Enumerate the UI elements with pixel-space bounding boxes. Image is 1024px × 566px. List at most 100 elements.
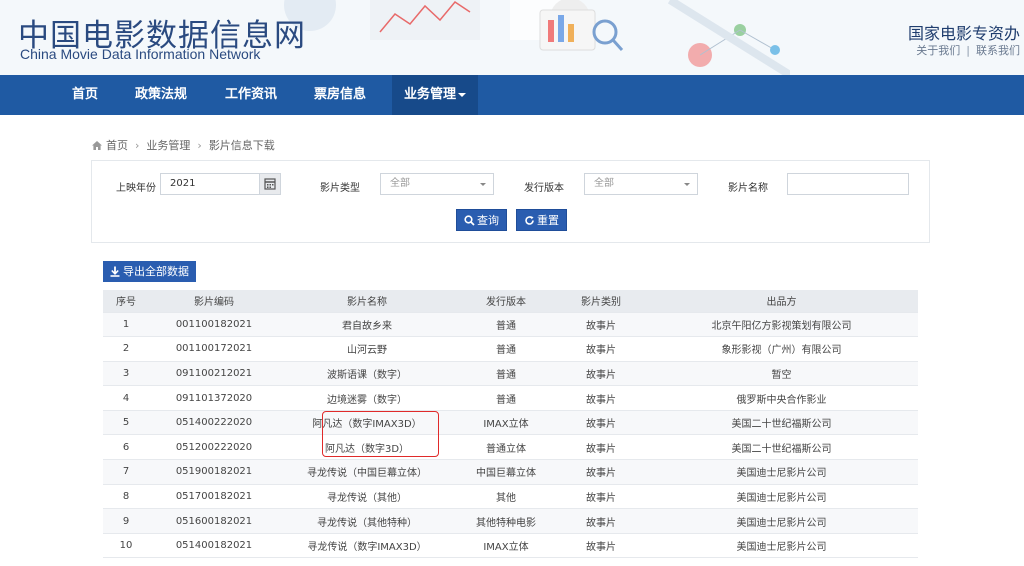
calendar-icon bbox=[264, 178, 276, 190]
table-cell: IMAX立体 bbox=[455, 533, 557, 559]
table-row: 6 051200222020 阿凡达（数字3D） 普通立体 故事片 美国二十世纪福斯公司 bbox=[103, 434, 918, 461]
table-cell: 故事片 bbox=[557, 459, 645, 485]
breadcrumb: 首页 › 业务管理 › 影片信息下载 bbox=[92, 137, 275, 153]
type-select-value: 全部 bbox=[390, 178, 410, 189]
nav-item-boxoffice[interactable]: 票房信息 bbox=[302, 75, 378, 115]
table-cell: 边境迷雾（数字） bbox=[279, 385, 455, 411]
table-cell: 6 bbox=[103, 434, 149, 461]
nav-item-news[interactable]: 工作资讯 bbox=[213, 75, 289, 115]
table-cell: 故事片 bbox=[557, 312, 645, 338]
reset-button[interactable]: 重置 bbox=[516, 209, 567, 231]
table-cell: 7 bbox=[103, 459, 149, 485]
column-header: 影片类别 bbox=[557, 290, 645, 313]
contact-us-link[interactable]: 联系我们 bbox=[976, 44, 1020, 57]
about-us-link[interactable]: 关于我们 bbox=[916, 44, 960, 57]
column-header: 影片编码 bbox=[149, 290, 279, 313]
search-panel: 上映年份 2021 影片类型 全部 发行版本 全部 影片名称 查询 重置 bbox=[91, 160, 930, 243]
table-cell: 4 bbox=[103, 385, 149, 411]
table-cell: 象形影视（广州）有限公司 bbox=[645, 336, 918, 362]
table-row: 10 051400182021 寻龙传说（数字IMAX3D） IMAX立体 故事片 美国迪… bbox=[103, 533, 918, 559]
nav-item-business-label: 业务管理 bbox=[404, 87, 457, 102]
table-cell: 寻龙传说（中国巨幕立体） bbox=[279, 459, 455, 485]
nav-item-home[interactable]: 首页 bbox=[60, 75, 110, 115]
table-cell: 091100212021 bbox=[149, 361, 279, 387]
table-cell: 051400182021 bbox=[149, 533, 279, 559]
table-cell: 其他特种电影 bbox=[455, 508, 557, 534]
column-header: 序号 bbox=[103, 290, 149, 313]
column-header: 影片名称 bbox=[279, 290, 455, 313]
nav-item-business[interactable]: 业务管理 bbox=[392, 75, 479, 115]
table-cell: 普通立体 bbox=[455, 434, 557, 461]
table-cell: 美国二十世纪福斯公司 bbox=[645, 410, 918, 436]
table-cell: 8 bbox=[103, 484, 149, 510]
name-input[interactable] bbox=[787, 173, 909, 195]
film-table-wrap: 序号 影片编码 影片名称 发行版本 影片类别 出品方 1 001100182021… bbox=[103, 290, 918, 559]
version-select[interactable]: 全部 bbox=[584, 173, 698, 195]
table-cell: 故事片 bbox=[557, 336, 645, 362]
refresh-icon bbox=[525, 216, 534, 225]
table-cell: 故事片 bbox=[557, 361, 645, 387]
table-cell: 5 bbox=[103, 410, 149, 436]
table-cell: 美国二十世纪福斯公司 bbox=[645, 434, 918, 461]
table-cell: 051700182021 bbox=[149, 484, 279, 510]
table-cell: 001100172021 bbox=[149, 336, 279, 362]
column-header: 发行版本 bbox=[455, 290, 557, 313]
nav-item-policy[interactable]: 政策法规 bbox=[123, 75, 199, 115]
breadcrumb-business[interactable]: 业务管理 bbox=[146, 139, 190, 152]
type-select[interactable]: 全部 bbox=[380, 173, 494, 195]
version-label: 发行版本 bbox=[524, 183, 564, 194]
table-cell: 寻龙传说（数字IMAX3D） bbox=[279, 533, 455, 559]
caret-down-icon bbox=[458, 92, 467, 97]
site-header: 中国电影数据信息网 China Movie Data Information N… bbox=[0, 0, 1024, 75]
table-cell: 美国迪士尼影片公司 bbox=[645, 533, 918, 559]
table-cell: 寻龙传说（其他特种） bbox=[279, 508, 455, 534]
table-cell: 山河云野 bbox=[279, 336, 455, 362]
name-label: 影片名称 bbox=[728, 183, 768, 194]
table-cell: 051600182021 bbox=[149, 508, 279, 534]
breadcrumb-current: 影片信息下载 bbox=[208, 139, 275, 152]
chevron-down-icon bbox=[480, 183, 486, 186]
table-cell: 俄罗斯中央合作影业 bbox=[645, 385, 918, 411]
table-cell: 君自故乡来 bbox=[279, 312, 455, 338]
calendar-button[interactable] bbox=[259, 173, 281, 195]
export-all-button[interactable]: 导出全部数据 bbox=[103, 261, 196, 282]
reset-button-label: 重置 bbox=[537, 214, 559, 227]
table-row: 8 051700182021 寻龙传说（其他） 其他 故事片 美国迪士尼影片公司 bbox=[103, 484, 918, 510]
download-icon bbox=[110, 266, 120, 277]
highlight-annotation-box bbox=[322, 411, 439, 457]
table-cell: 故事片 bbox=[557, 484, 645, 510]
breadcrumb-home[interactable]: 首页 bbox=[106, 139, 128, 152]
table-header-row: 序号 影片编码 影片名称 发行版本 影片类别 出品方 bbox=[103, 290, 918, 313]
table-cell: 普通 bbox=[455, 312, 557, 338]
table-row: 1 001100182021 君自故乡来 普通 故事片 北京午阳亿方影视策划有限公司 bbox=[103, 312, 918, 338]
top-links: 关于我们 | 联系我们 bbox=[916, 42, 1020, 58]
link-separator: | bbox=[966, 44, 970, 57]
table-row: 4 091101372020 边境迷雾（数字） 普通 故事片 俄罗斯中央合作影业 bbox=[103, 385, 918, 411]
org-name: 国家电影专资办 bbox=[907, 24, 1020, 43]
table-cell: 普通 bbox=[455, 385, 557, 411]
table-row: 3 091100212021 波斯语课（数字） 普通 故事片 暂空 bbox=[103, 361, 918, 387]
table-cell: 091101372020 bbox=[149, 385, 279, 411]
table-cell: 9 bbox=[103, 508, 149, 534]
table-cell: 故事片 bbox=[557, 434, 645, 461]
year-label: 上映年份 bbox=[116, 183, 156, 194]
breadcrumb-separator: › bbox=[135, 139, 140, 152]
table-cell: 美国迪士尼影片公司 bbox=[645, 484, 918, 510]
search-icon bbox=[464, 215, 475, 226]
table-cell: 波斯语课（数字） bbox=[279, 361, 455, 387]
table-cell: 2 bbox=[103, 336, 149, 362]
table-cell: 3 bbox=[103, 361, 149, 387]
table-cell: 美国迪士尼影片公司 bbox=[645, 459, 918, 485]
table-cell: 普通 bbox=[455, 336, 557, 362]
site-subtitle: China Movie Data Information Network bbox=[20, 46, 261, 62]
table-cell: IMAX立体 bbox=[455, 410, 557, 436]
table-cell: 10 bbox=[103, 533, 149, 559]
header-decoration-graphic bbox=[284, 0, 790, 75]
chevron-down-icon bbox=[684, 183, 690, 186]
table-row: 9 051600182021 寻龙传说（其他特种） 其他特种电影 故事片 美国迪士尼影片公… bbox=[103, 508, 918, 534]
table-row: 2 001100172021 山河云野 普通 故事片 象形影视（广州）有限公司 bbox=[103, 336, 918, 362]
version-select-value: 全部 bbox=[594, 178, 614, 189]
query-button[interactable]: 查询 bbox=[456, 209, 507, 231]
table-cell: 故事片 bbox=[557, 533, 645, 559]
year-input[interactable]: 2021 bbox=[160, 173, 263, 195]
